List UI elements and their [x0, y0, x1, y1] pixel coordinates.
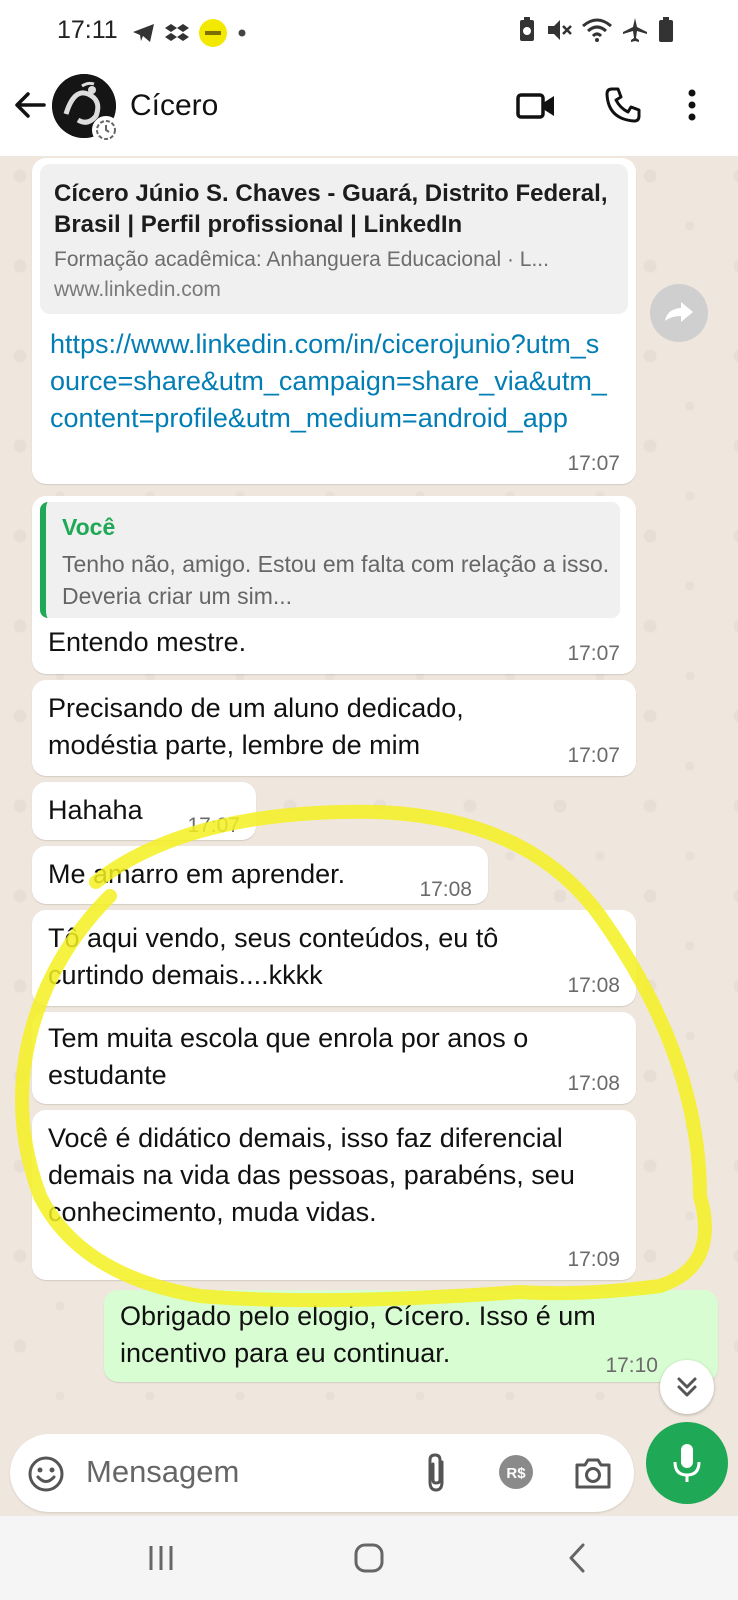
chat-area[interactable]: Cícero Júnio S. Chaves - Guará, Distrito… — [0, 156, 738, 1430]
status-bar: 17:11 — [0, 0, 738, 62]
battery-saver-icon — [520, 17, 534, 41]
message-time: 17:10 — [605, 1354, 658, 1377]
home-icon[interactable] — [353, 1542, 385, 1574]
message-bubble-outgoing[interactable]: Obrigado pelo elogio, Cícero. Isso é um … — [104, 1290, 718, 1382]
contact-name[interactable]: Cícero — [130, 89, 218, 123]
emoji-icon[interactable] — [28, 1456, 64, 1492]
back-arrow-icon[interactable] — [12, 87, 48, 123]
forward-icon — [665, 302, 693, 322]
message-bubble[interactable]: Você é didático demais, isso faz diferen… — [32, 1110, 636, 1280]
message-bubble[interactable]: Tem muita escola que enrola por anos o e… — [32, 1012, 636, 1104]
quoted-message[interactable]: Você Tenho não, amigo. Estou em falta co… — [40, 502, 620, 618]
message-bubble[interactable]: Tô aqui vendo, seus conteúdos, eu tô cur… — [32, 910, 636, 1006]
quoted-text: Tenho não, amigo. Estou em falta com rel… — [62, 551, 610, 609]
double-chevron-down-icon — [677, 1377, 697, 1397]
message-input[interactable] — [86, 1452, 386, 1492]
composer: R$ — [0, 1430, 738, 1516]
message-text: Tem muita escola que enrola por anos o e… — [48, 1023, 529, 1090]
message-text: Hahaha — [48, 795, 143, 825]
dropbox-icon — [165, 24, 189, 41]
dot-icon — [238, 29, 246, 37]
camera-icon[interactable] — [574, 1456, 612, 1490]
system-navigation-bar — [0, 1516, 738, 1600]
message-text: Precisando de um aluno dedicado, modésti… — [48, 693, 464, 760]
voice-call-icon[interactable] — [604, 86, 642, 124]
message-time: 17:08 — [419, 878, 472, 901]
attach-icon[interactable] — [422, 1452, 450, 1494]
message-composer: R$ — [10, 1434, 634, 1512]
scroll-to-bottom-button[interactable] — [660, 1360, 714, 1414]
status-time: 17:11 — [57, 16, 118, 44]
message-time: 17:08 — [567, 974, 620, 997]
link-preview-card[interactable]: Cícero Júnio S. Chaves - Guará, Distrito… — [40, 164, 628, 314]
message-bubble[interactable]: Hahaha 17:07 — [32, 782, 256, 840]
message-bubble-link[interactable]: Cícero Júnio S. Chaves - Guará, Distrito… — [32, 158, 636, 484]
microphone-icon — [673, 1444, 701, 1482]
message-time: 17:08 — [567, 1072, 620, 1095]
message-text: Você é didático demais, isso faz diferen… — [48, 1123, 575, 1227]
payment-icon[interactable]: R$ — [498, 1454, 534, 1490]
recent-apps-icon[interactable] — [146, 1544, 176, 1572]
forward-button[interactable] — [650, 284, 708, 342]
message-bubble-reply[interactable]: Você Tenho não, amigo. Estou em falta co… — [32, 496, 636, 674]
message-bubble[interactable]: Precisando de um aluno dedicado, modésti… — [32, 680, 636, 776]
link-preview-title: Cícero Júnio S. Chaves - Guará, Distrito… — [54, 180, 608, 238]
message-time: 17:09 — [567, 1248, 620, 1271]
battery-icon — [659, 17, 673, 42]
message-text: Entendo mestre. — [48, 627, 247, 657]
mute-icon — [548, 20, 572, 40]
nav-back-icon[interactable] — [566, 1542, 588, 1574]
video-call-icon[interactable] — [516, 90, 556, 122]
message-link[interactable]: https://www.linkedin.com/in/cicerojunio?… — [50, 326, 610, 437]
message-text: Me amarro em aprender. — [48, 859, 346, 889]
link-preview-domain: www.linkedin.com — [54, 278, 221, 301]
telegram-icon — [133, 24, 154, 42]
message-text: Tô aqui vendo, seus conteúdos, eu tô cur… — [48, 923, 499, 990]
chat-header: Cícero — [0, 62, 738, 156]
quoted-author: Você — [62, 514, 116, 540]
link-preview-description: Formação acadêmica: Anhanguera Educacion… — [54, 248, 549, 271]
message-bubble[interactable]: Me amarro em aprender. 17:08 — [32, 846, 488, 904]
more-options-icon[interactable] — [686, 88, 698, 122]
message-time: 17:07 — [567, 744, 620, 767]
svg-text:R$: R$ — [506, 1465, 526, 1482]
voice-message-button[interactable] — [646, 1422, 728, 1504]
app-badge-icon — [199, 19, 227, 47]
airplane-icon — [623, 18, 647, 42]
status-clock-icon — [92, 116, 120, 144]
message-text: Obrigado pelo elogio, Cícero. Isso é um … — [120, 1301, 596, 1368]
message-time: 17:07 — [567, 452, 620, 475]
message-time: 17:07 — [187, 814, 240, 837]
wifi-icon — [582, 18, 612, 42]
message-time: 17:07 — [567, 642, 620, 665]
